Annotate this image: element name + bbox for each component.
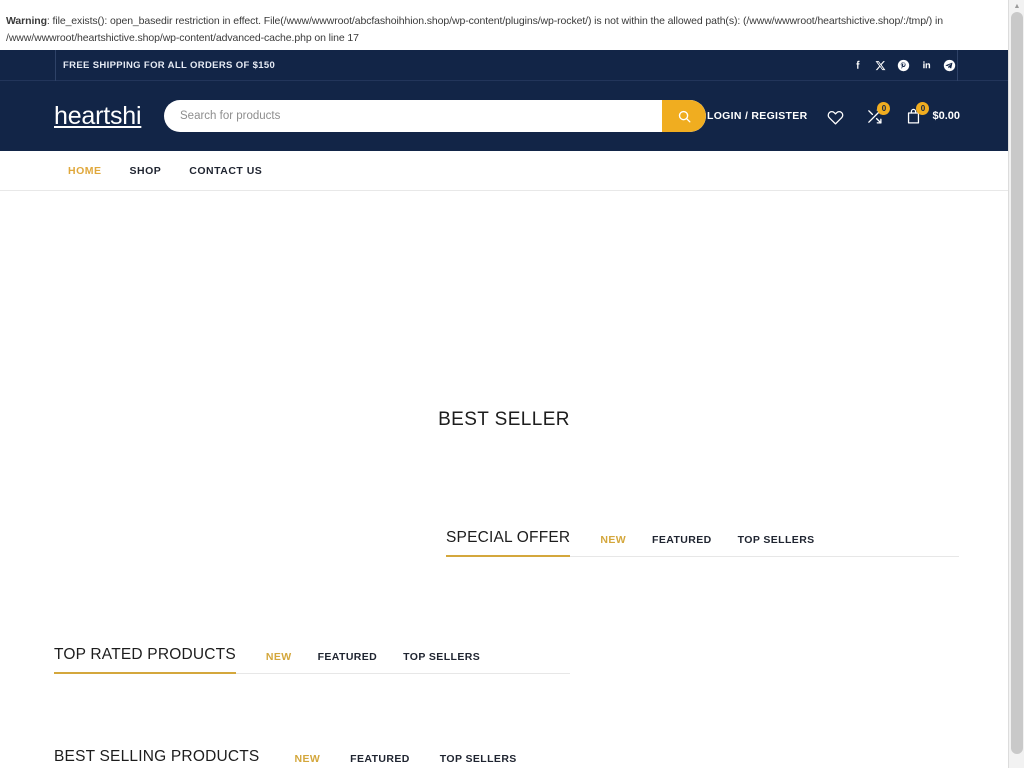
product-search-form: [164, 100, 706, 132]
special-offer-section: SPECIAL OFFER NEW FEATURED TOP SELLERS: [446, 529, 959, 557]
nav-items: HOME SHOP CONTACT US: [68, 165, 262, 177]
site-wrapper: FREE SHIPPING FOR ALL ORDERS OF $150: [0, 50, 1008, 768]
best-selling-tabs-row: BEST SELLING PRODUCTS NEW FEATURED TOP S…: [54, 748, 959, 768]
linkedin-icon[interactable]: [920, 59, 933, 72]
facebook-icon[interactable]: [851, 59, 864, 72]
login-register-link[interactable]: LOGIN / REGISTER: [707, 110, 807, 122]
top-bar: FREE SHIPPING FOR ALL ORDERS OF $150: [0, 50, 1008, 81]
wishlist-button[interactable]: [824, 105, 846, 127]
cart-total-amount: $0.00: [932, 110, 960, 122]
best-selling-heading: BEST SELLING PRODUCTS: [54, 748, 259, 768]
search-input[interactable]: [164, 100, 662, 132]
free-shipping-notice: FREE SHIPPING FOR ALL ORDERS OF $150: [63, 60, 275, 71]
main-navigation: HOME SHOP CONTACT US: [0, 151, 1008, 191]
page-scrollbar[interactable]: ▲: [1008, 0, 1024, 768]
top-rated-tabs-row: TOP RATED PRODUCTS NEW FEATURED TOP SELL…: [54, 646, 570, 674]
top-rated-products-section: TOP RATED PRODUCTS NEW FEATURED TOP SELL…: [54, 646, 570, 674]
scrollbar-thumb[interactable]: [1011, 12, 1023, 754]
heart-icon: [827, 108, 844, 125]
topbar-divider-left: [55, 50, 56, 81]
best-seller-section: BEST SELLER: [0, 409, 1008, 431]
special-offer-tabs-row: SPECIAL OFFER NEW FEATURED TOP SELLERS: [446, 529, 959, 557]
cart-group[interactable]: 0 $0.00: [902, 105, 960, 127]
tab-best-selling-new[interactable]: NEW: [294, 753, 320, 768]
site-logo[interactable]: heartshi: [54, 102, 141, 131]
tab-top-rated-new[interactable]: NEW: [266, 651, 292, 673]
topbar-divider-right: [957, 50, 958, 81]
cart-count-badge: 0: [916, 102, 929, 115]
best-selling-products-section: BEST SELLING PRODUCTS NEW FEATURED TOP S…: [54, 748, 959, 768]
php-warning-message: Warning: file_exists(): open_basedir res…: [0, 0, 1008, 53]
pinterest-icon[interactable]: [897, 59, 910, 72]
nav-item-contact-us[interactable]: CONTACT US: [189, 165, 262, 177]
compare-count-badge: 0: [877, 102, 890, 115]
page-content: BEST SELLER SPECIAL OFFER NEW FEATURED T…: [0, 191, 1008, 768]
header-actions: LOGIN / REGISTER 0: [707, 105, 960, 127]
compare-button[interactable]: 0: [863, 105, 885, 127]
social-links: [851, 59, 956, 72]
php-warning-prefix: Warning: [6, 15, 47, 27]
tab-special-offer-featured[interactable]: FEATURED: [652, 534, 712, 556]
top-rated-heading: TOP RATED PRODUCTS: [54, 646, 236, 674]
nav-item-shop[interactable]: SHOP: [130, 165, 162, 177]
tab-special-offer-top-sellers[interactable]: TOP SELLERS: [738, 534, 815, 556]
search-icon: [677, 109, 692, 124]
tab-special-offer-new[interactable]: NEW: [600, 534, 626, 556]
x-twitter-icon[interactable]: [874, 59, 887, 72]
search-submit-button[interactable]: [662, 100, 706, 132]
tab-top-rated-featured[interactable]: FEATURED: [318, 651, 378, 673]
best-seller-heading: BEST SELLER: [0, 409, 1008, 431]
site-header: heartshi LOGIN / REGISTER: [0, 81, 1008, 151]
tab-best-selling-featured[interactable]: FEATURED: [350, 753, 410, 768]
nav-item-home[interactable]: HOME: [68, 165, 102, 177]
scrollbar-up-arrow-icon[interactable]: ▲: [1009, 0, 1024, 12]
page-root: Warning: file_exists(): open_basedir res…: [0, 0, 1024, 768]
telegram-icon[interactable]: [943, 59, 956, 72]
tab-best-selling-top-sellers[interactable]: TOP SELLERS: [440, 753, 517, 768]
special-offer-heading: SPECIAL OFFER: [446, 529, 570, 557]
tab-top-rated-top-sellers[interactable]: TOP SELLERS: [403, 651, 480, 673]
cart-button[interactable]: 0: [902, 105, 924, 127]
php-warning-text: : file_exists(): open_basedir restrictio…: [6, 15, 943, 44]
